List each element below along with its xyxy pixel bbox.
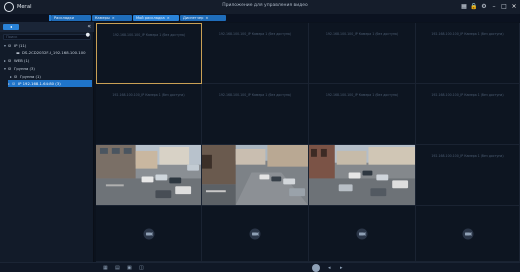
tree-item-ip[interactable]: ▾ ⛁ IP (11) <box>4 42 92 49</box>
close-button[interactable]: × <box>510 2 518 11</box>
camera-feed-street <box>202 145 308 205</box>
camera-offline-icon <box>356 228 368 239</box>
video-cell-9[interactable] <box>96 145 202 206</box>
tree-item-group[interactable]: ▾ ⛁ Группа (3) <box>4 65 92 72</box>
tab-cameras[interactable]: Камеры × <box>92 15 132 21</box>
video-cell-16[interactable] <box>416 206 520 262</box>
layout-1x1-icon[interactable]: ▦ <box>103 265 108 271</box>
record-button[interactable] <box>312 264 320 272</box>
video-cell-14[interactable] <box>202 206 309 262</box>
video-cell-4[interactable]: 192.168.100.100_IP Камера 1 (без доступа… <box>416 23 520 84</box>
tab-my-layout[interactable]: Мой раскладка × <box>133 15 179 21</box>
minimize-button[interactable]: – <box>490 2 498 11</box>
layout-3x3-icon[interactable]: ▣ <box>127 265 132 271</box>
previous-page-icon[interactable]: ◂ <box>328 265 331 271</box>
tree-item-label: DS-2CD2032F-I_192.168.100.100 <box>22 50 86 55</box>
camera-feed-parking <box>96 145 201 205</box>
bottom-toolbar: ▦ ▤ ▣ ◫ ◂ ▸ <box>0 262 520 272</box>
layout-custom-icon[interactable]: ◫ <box>139 265 144 271</box>
tree-item-label: IP 192.168.1.64:80 (3) <box>18 81 61 86</box>
tree-item-camera[interactable]: ▬ DS-2CD2032F-I_192.168.100.100 <box>12 49 92 56</box>
tab-dispatcher[interactable]: Диспетчер × <box>180 15 226 21</box>
search-input[interactable]: Поиск <box>3 34 91 40</box>
tree-item-label: Группа (1) <box>20 74 41 79</box>
video-grid: 192.168.100.100_IP Камера 1 (без доступа… <box>94 22 520 262</box>
cell-label: 192.168.100.100_IP Камера 1 (без доступа… <box>431 93 504 97</box>
video-cell-10[interactable] <box>202 145 309 206</box>
cell-label: 192.168.100.100_IP Камера 1 (без доступа… <box>218 93 292 97</box>
collapse-sidebar-icon[interactable]: « <box>87 23 91 30</box>
camera-offline-icon <box>143 228 154 239</box>
cell-label: 192.168.100.100_IP Камера 1 (без доступа… <box>112 93 185 97</box>
cell-label: 192.168.100.100_IP Камера 1 (без доступа… <box>431 154 504 158</box>
tab-close-icon[interactable]: × <box>112 16 115 20</box>
tab-label: Диспетчер <box>183 16 204 20</box>
video-cell-12[interactable]: 192.168.100.100_IP Камера 1 (без доступа… <box>416 145 520 206</box>
cell-label: 192.168.100.100_IP Камера 1 (без доступа… <box>431 32 504 36</box>
lock-icon[interactable]: 🔒 <box>470 2 478 11</box>
video-cell-7[interactable]: 192.168.100.100_IP Камера 1 (без доступа… <box>309 84 416 145</box>
tree-item-label: Группа (3) <box>14 66 35 71</box>
window-controls: ▦ 🔒 ⚙ – □ × <box>460 2 518 11</box>
maximize-button[interactable]: □ <box>500 2 508 11</box>
layout-grid-icon[interactable]: ▦ <box>460 2 468 11</box>
layout-2x2-icon[interactable]: ▤ <box>115 265 120 271</box>
sidebar-header: ◂ « <box>0 22 94 32</box>
app-logo[interactable]: Мегаl <box>4 2 31 12</box>
video-cell-13[interactable] <box>96 206 202 262</box>
tab-bar: Раскладки Камеры × Мой раскладка × Диспетч… <box>0 14 520 22</box>
tree-item-label: WEB (1) <box>14 58 30 63</box>
tab-label: Раскладки <box>54 16 75 20</box>
window-title: Приложение для управления видео <box>222 3 308 8</box>
video-cell-11[interactable] <box>309 145 416 206</box>
cell-label: 192.168.100.100_IP Камера 1 (без доступа… <box>325 93 399 97</box>
video-cell-2[interactable]: 192.168.100.100_IP Камера 1 (без доступа… <box>202 23 309 84</box>
tree-item-label: IP (11) <box>14 43 27 48</box>
logo-ring-icon <box>4 2 14 12</box>
sidebar-toggle-button[interactable]: ◂ <box>3 24 19 30</box>
video-cell-6[interactable]: 192.168.100.100_IP Камера 1 (без доступа… <box>202 84 309 145</box>
video-cell-8[interactable]: 192.168.100.100_IP Камера 1 (без доступа… <box>416 84 520 145</box>
tab-layouts[interactable]: Раскладки <box>51 15 91 21</box>
tab-label: Камеры <box>95 16 110 20</box>
cell-label: 192.168.100.100_IP Камера 1 (без доступа… <box>218 32 292 36</box>
tab-close-icon[interactable]: × <box>167 16 170 20</box>
video-cell-3[interactable]: 192.168.100.100_IP Камера 1 (без доступа… <box>309 23 416 84</box>
cell-label: 192.168.100.100_IP Камера 1 (без доступа… <box>325 32 399 36</box>
video-cell-1[interactable]: 192.168.100.100_IP Камера 1 (без доступа… <box>96 23 202 84</box>
tree-item-web[interactable]: ▸ ⛁ WEB (1) <box>4 57 92 64</box>
tab-close-icon[interactable]: × <box>205 16 208 20</box>
app-window: Мегаl Приложение для управления видео ▦ … <box>0 0 520 272</box>
sidebar: ◂ « Поиск ● ▾ ⛁ IP (11) ▬ DS-2CD2032F-I_192… <box>0 22 94 262</box>
cell-label: 192.168.100.100_IP Камера 1 (без доступа… <box>112 33 186 37</box>
tree-item-selected-device[interactable]: ▸ ⛁ IP 192.168.1.64:80 (3) <box>8 80 92 87</box>
logo-text: Мегаl <box>17 4 32 10</box>
tree-item-subgroup[interactable]: ▸ ⛁ Группа (1) <box>10 73 92 80</box>
video-cell-5[interactable]: 192.168.100.100_IP Камера 1 (без доступа… <box>96 84 202 145</box>
search-icon[interactable]: ● <box>86 32 90 38</box>
camera-offline-icon <box>462 228 473 239</box>
title-bar: Мегаl Приложение для управления видео ▦ … <box>0 0 520 14</box>
next-page-icon[interactable]: ▸ <box>340 265 343 271</box>
camera-offline-icon <box>249 228 261 239</box>
tab-label: Мой раскладка <box>136 16 165 20</box>
settings-icon[interactable]: ⚙ <box>480 2 488 11</box>
camera-feed-yard <box>309 145 415 205</box>
video-cell-15[interactable] <box>309 206 416 262</box>
